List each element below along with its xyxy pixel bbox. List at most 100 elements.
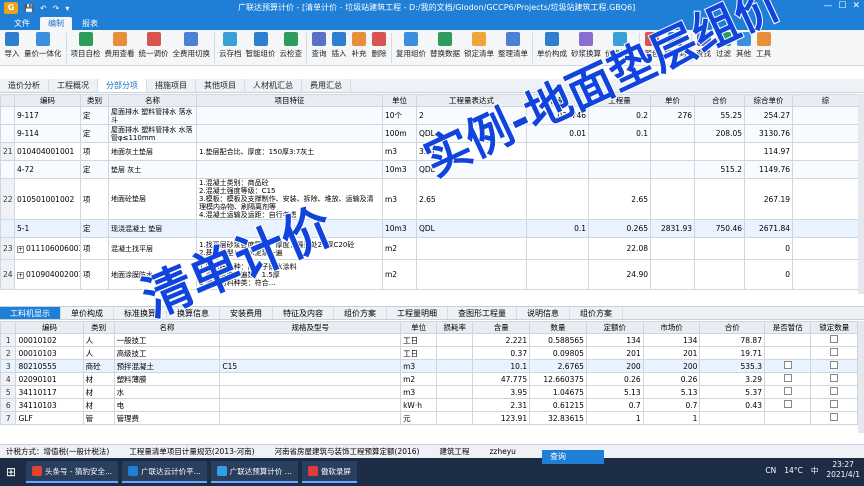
cell-name[interactable]: 塑料薄膜 — [113, 372, 221, 386]
column-header[interactable]: 规格及型号 — [219, 321, 402, 334]
cell-spec[interactable] — [219, 398, 402, 412]
section-tab-3[interactable]: 措施项目 — [147, 79, 196, 92]
cell-type[interactable]: 定 — [80, 124, 109, 143]
ribbon-button-4[interactable]: 统一调价 — [137, 30, 171, 59]
column-header[interactable]: 损耗率 — [436, 321, 474, 334]
cell-loss[interactable] — [436, 333, 474, 347]
cell-market[interactable]: 1 — [642, 411, 701, 425]
cell-price[interactable] — [650, 142, 695, 161]
cell-total[interactable] — [699, 411, 765, 425]
ribbon-button-15[interactable]: 锁定清单 — [462, 30, 496, 59]
table-row[interactable]: 1 00010102 人一般技工 工日 2.221 0.588565 134 134 78.87 — [0, 333, 858, 347]
taskbar-item-2[interactable]: 广联达预算计价 ... — [210, 461, 298, 483]
section-tab-1[interactable]: 工程概况 — [49, 79, 98, 92]
table-row[interactable]: 5-1 定 现浇混凝土 垫层 10m3 QDL 0.1 0.265 2831.93 750.46… — [0, 219, 859, 238]
cell-code[interactable]: 010404001001 — [14, 142, 81, 161]
ribbon-button-8[interactable]: 云检查 — [278, 30, 305, 59]
cell-total[interactable]: 55.25 — [694, 106, 745, 125]
column-header[interactable]: 编码 — [14, 94, 81, 107]
cell-name[interactable]: 水 — [113, 385, 221, 399]
table-row[interactable]: 6 34110103 材电 kW·h 2.31 0.61215 0.7 0.7 0.43 — [0, 398, 858, 412]
cell-type[interactable]: 管 — [82, 411, 115, 425]
dropdown-icon[interactable]: ▾ — [65, 4, 69, 13]
cell-type[interactable]: 材 — [82, 398, 115, 412]
cell-qty[interactable]: 0.09805 — [529, 346, 587, 360]
cell-type[interactable]: 材 — [82, 372, 115, 386]
cell-name[interactable]: 预拌混凝土 — [113, 359, 221, 373]
cell-content[interactable]: 123.91 — [472, 411, 531, 425]
column-header[interactable]: 编码 — [15, 321, 84, 334]
cell-expr[interactable]: 2.65 — [416, 178, 527, 220]
cell-code[interactable]: +011106006003 — [14, 237, 81, 260]
cell-total[interactable] — [694, 142, 745, 161]
table-row[interactable]: 3 80210555 商砼 预拌混凝土 C15 m3 10.1 2.6765 200 200 535… — [0, 359, 858, 373]
cell-market[interactable]: 0.7 — [642, 398, 701, 412]
ribbon-button-10[interactable]: 插入 — [329, 30, 349, 59]
cell-type[interactable]: 定 — [80, 106, 109, 125]
cell-market[interactable]: 200 — [642, 359, 701, 373]
cell-spec[interactable]: C15 — [219, 359, 402, 373]
section-tab-0[interactable]: 造价分析 — [0, 79, 49, 92]
cell-total[interactable]: 0.43 — [699, 398, 765, 412]
lock-quantity-checkbox[interactable] — [830, 361, 839, 369]
column-header[interactable]: 名称 — [108, 94, 197, 107]
column-header[interactable]: 项目特征 — [196, 94, 383, 107]
cell-name[interactable]: 管理费 — [113, 411, 221, 425]
cell-qty[interactable]: 32.83615 — [529, 411, 587, 425]
cell-price[interactable] — [650, 259, 695, 290]
column-header[interactable]: 数量 — [529, 321, 587, 334]
cell-comp[interactable]: 1149.76 — [744, 160, 793, 179]
column-header[interactable] — [0, 94, 15, 107]
cell-loss[interactable] — [436, 346, 474, 360]
estimate-checkbox[interactable] — [783, 374, 792, 382]
cell-type[interactable]: 材 — [82, 385, 115, 399]
cell-unit[interactable]: m2 — [400, 372, 438, 386]
estimate-checkbox[interactable] — [783, 361, 792, 369]
cell-comp[interactable]: 0 — [744, 237, 793, 260]
cell-base[interactable]: 200 — [585, 359, 644, 373]
column-header[interactable]: 类别 — [82, 321, 115, 334]
ribbon-button-16[interactable]: 整理清单 — [496, 30, 530, 59]
detail-tab-1[interactable]: 单价构成 — [61, 307, 114, 319]
taskbar-item-0[interactable]: 头条号 - 猜豹安全... — [26, 461, 119, 483]
cell-feature[interactable] — [196, 124, 383, 143]
menu-tab-0[interactable]: 文件 — [6, 17, 38, 30]
cell-unit[interactable]: m3 — [382, 178, 417, 220]
cell-type[interactable]: 人 — [82, 333, 115, 347]
ribbon-button-14[interactable]: 替换数据 — [428, 30, 462, 59]
table-row[interactable]: 4 02090101 材塑料薄膜 m2 47.775 12.660375 0.26 0.26 3… — [0, 372, 858, 386]
cell-base[interactable]: 0.7 — [585, 398, 644, 412]
cell-content[interactable]: 47.775 — [472, 372, 531, 386]
cell-feature[interactable] — [196, 160, 383, 179]
section-tab-5[interactable]: 人材机汇总 — [245, 79, 302, 92]
table-row[interactable]: 2 00010103 人高级技工 工日 0.37 0.09805 201 201 19.71 — [0, 346, 858, 360]
cell-code[interactable]: 010501001002 — [14, 178, 81, 220]
cell-comp[interactable]: 3130.76 — [744, 124, 793, 143]
cell-spec[interactable] — [219, 333, 402, 347]
detail-tab-0[interactable]: 工料机显示 — [0, 307, 61, 319]
cell-qty[interactable]: 2.65 — [588, 178, 651, 220]
cell-code[interactable]: 9-117 — [14, 106, 81, 125]
cell-base[interactable]: 201 — [585, 346, 644, 360]
ribbon-button-17[interactable]: 单价构成 — [535, 30, 569, 59]
cell-market[interactable]: 0.26 — [642, 372, 701, 386]
cell-type[interactable]: 项 — [80, 259, 109, 290]
cell-unit[interactable]: 工日 — [400, 333, 438, 347]
ribbon-button-6[interactable]: 云存档 — [217, 30, 244, 59]
save-icon[interactable]: 💾 — [24, 4, 34, 13]
ribbon-button-13[interactable]: 复用组价 — [394, 30, 428, 59]
cell-qty[interactable]: 0.61215 — [529, 398, 587, 412]
cell-unit[interactable]: m3 — [400, 359, 438, 373]
cell-total[interactable]: 750.46 — [694, 219, 745, 238]
cell-qty[interactable]: 12.660375 — [529, 372, 587, 386]
detail-tab-4[interactable]: 安装费用 — [220, 307, 273, 319]
cell-code[interactable]: 4-72 — [14, 160, 81, 179]
cell-unit[interactable]: 10m3 — [382, 219, 417, 238]
cell-price[interactable] — [650, 237, 695, 260]
cell-qty[interactable]: 24.90 — [588, 259, 651, 290]
column-header[interactable]: 是否暂估 — [763, 321, 812, 334]
cell-type[interactable]: 项 — [80, 237, 109, 260]
column-header[interactable]: 单价 — [650, 94, 695, 107]
column-header[interactable]: 类别 — [80, 94, 109, 107]
column-header[interactable]: 单位 — [382, 94, 417, 107]
